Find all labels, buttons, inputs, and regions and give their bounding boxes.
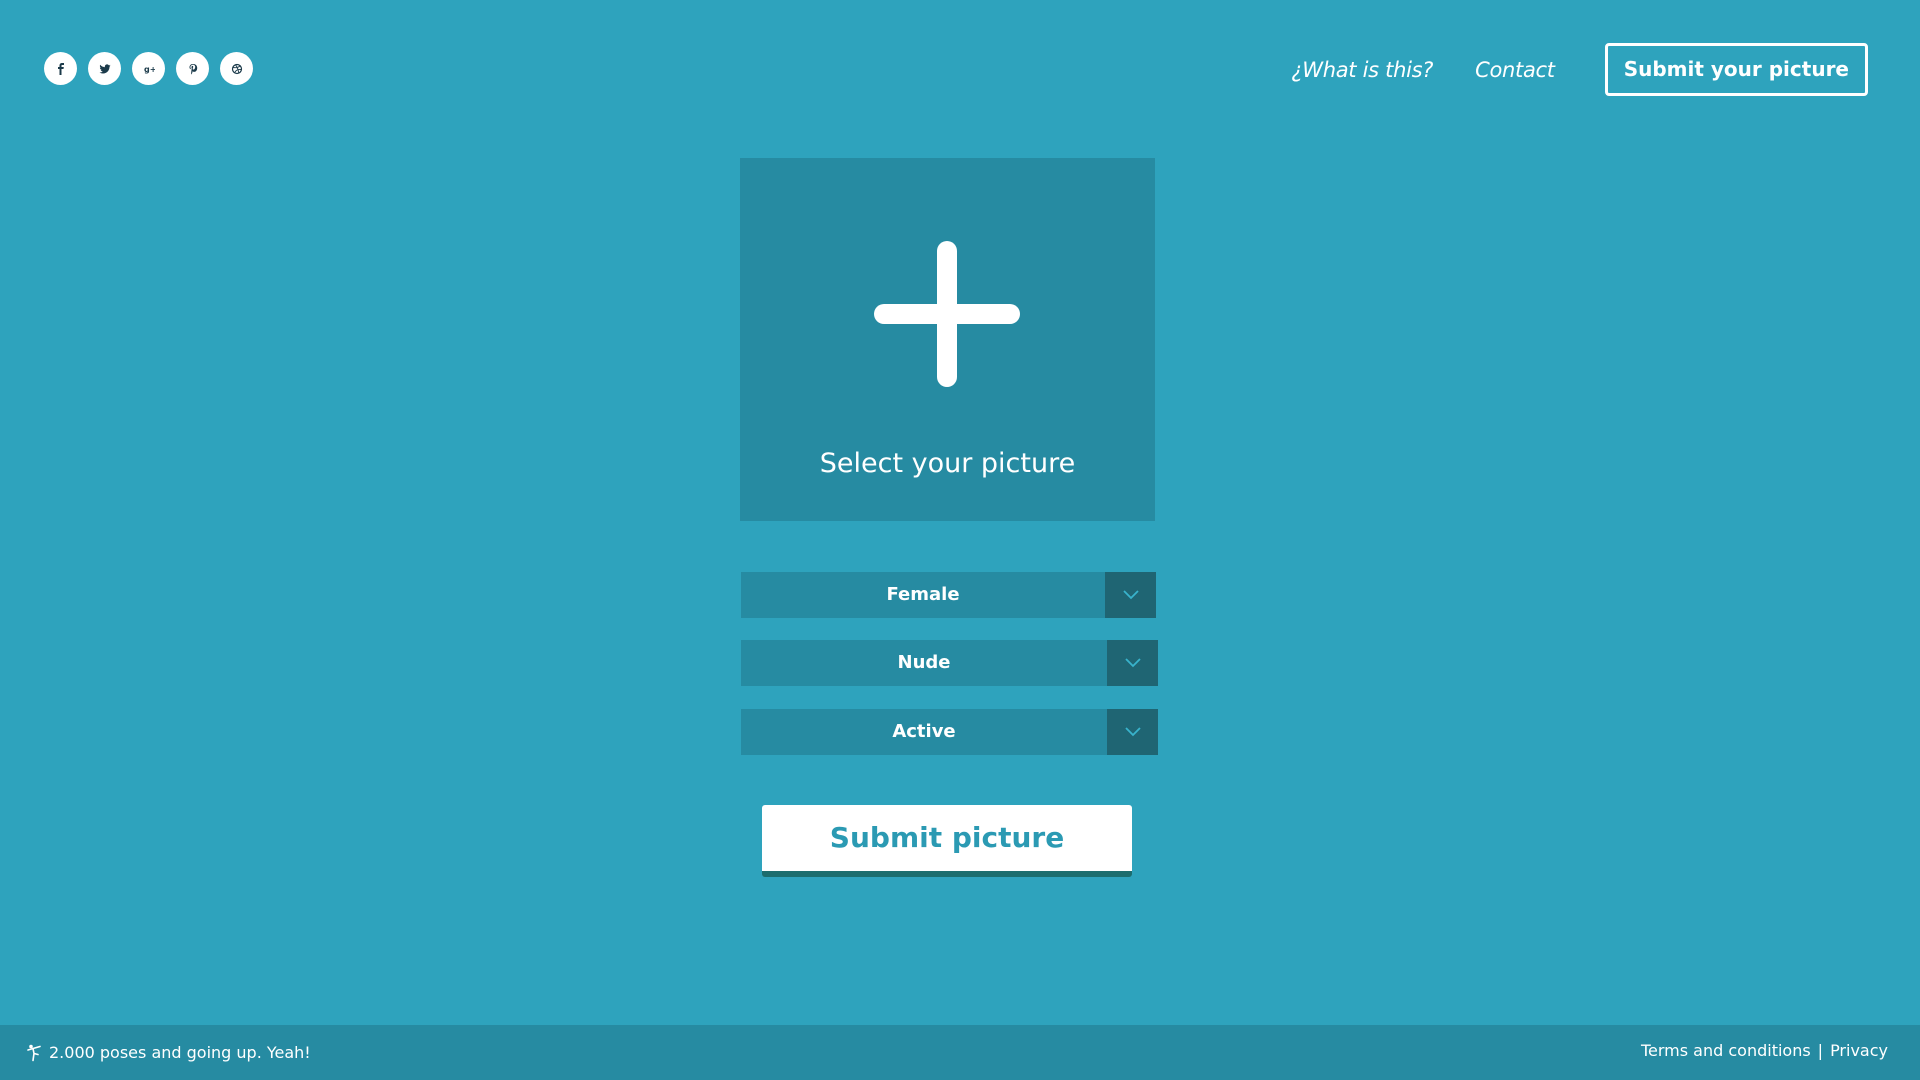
pose-count-text: 2.000 poses and going up. Yeah! (49, 1043, 311, 1062)
terms-link[interactable]: Terms and conditions (1641, 1041, 1811, 1060)
submit-picture-button[interactable]: Submit picture (762, 805, 1132, 877)
google-plus-icon[interactable]: g+ (132, 52, 165, 85)
pinterest-icon[interactable] (176, 52, 209, 85)
footer-pose-count: 2.000 poses and going up. Yeah! (27, 1043, 311, 1062)
gender-select-value: Female (886, 584, 960, 605)
top-nav: ¿What is this? Contact Submit your pictu… (1291, 43, 1868, 96)
footer-links: Terms and conditions | Privacy (1641, 1041, 1888, 1060)
chevron-down-icon[interactable] (1107, 709, 1158, 755)
submit-your-picture-button[interactable]: Submit your picture (1604, 43, 1868, 96)
nav-contact-link[interactable]: Contact (1475, 58, 1555, 82)
chevron-down-icon[interactable] (1105, 572, 1156, 618)
footer: 2.000 poses and going up. Yeah! Terms an… (0, 1025, 1920, 1080)
chevron-down-icon[interactable] (1107, 640, 1158, 686)
clothing-select[interactable]: Nude (741, 640, 1158, 686)
page: g+ ¿What is this? Contact Submit your pi… (0, 0, 1920, 1080)
footer-separator: | (1817, 1041, 1824, 1060)
twitter-icon[interactable] (88, 52, 121, 85)
facebook-icon[interactable] (44, 52, 77, 85)
picture-upload-area[interactable]: Select your picture (740, 158, 1155, 521)
pose-type-select-value: Active (892, 721, 956, 742)
pose-type-select[interactable]: Active (741, 709, 1158, 755)
nav-what-is-this-link[interactable]: ¿What is this? (1291, 58, 1433, 82)
social-links: g+ (44, 52, 253, 85)
privacy-link[interactable]: Privacy (1830, 1041, 1888, 1060)
svg-text:g+: g+ (144, 65, 155, 74)
dribbble-icon[interactable] (220, 52, 253, 85)
upload-label: Select your picture (819, 448, 1076, 479)
plus-icon (874, 241, 1020, 387)
clothing-select-value: Nude (897, 652, 951, 673)
gender-select[interactable]: Female (741, 572, 1156, 618)
pose-figure-icon (27, 1044, 41, 1061)
